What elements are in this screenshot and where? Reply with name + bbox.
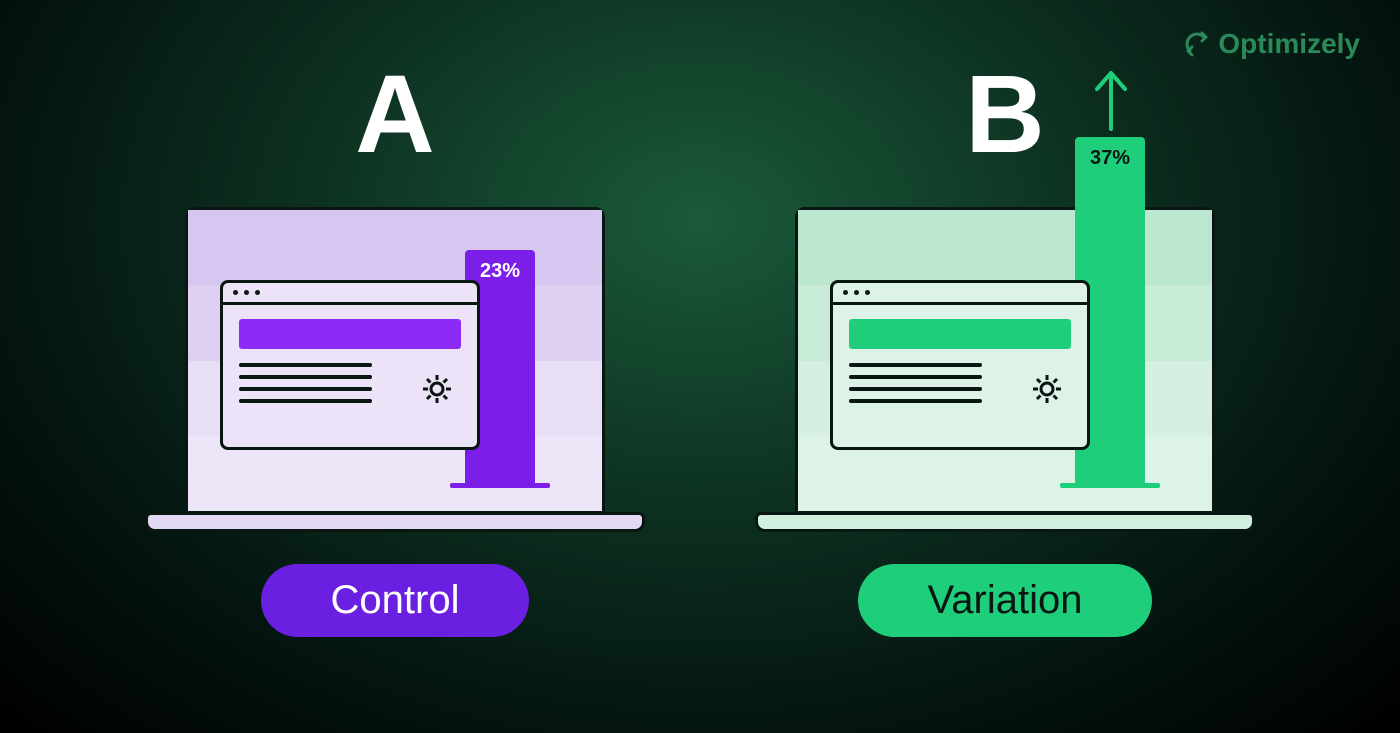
stage-b: 37%	[755, 182, 1255, 532]
panel-control: A 23%	[145, 60, 645, 637]
arrow-up-icon	[1089, 67, 1133, 131]
brand-name: Optimizely	[1218, 28, 1360, 60]
browser-mock-a	[220, 280, 480, 450]
metric-bar-foot-b	[1060, 483, 1160, 488]
label-control: Control	[261, 564, 530, 637]
panel-variation: B 37%	[755, 60, 1255, 637]
browser-chrome-b	[833, 283, 1087, 305]
hero-bar-b	[849, 319, 1071, 349]
brand-logo: Optimizely	[1182, 28, 1360, 60]
comparison-panels: A 23%	[0, 0, 1400, 637]
percent-b: 37%	[1090, 147, 1130, 488]
optimizely-icon	[1182, 29, 1212, 59]
browser-chrome-a	[223, 283, 477, 305]
label-variation: Variation	[858, 564, 1153, 637]
gear-icon	[1027, 369, 1067, 409]
laptop-base-b	[755, 512, 1255, 532]
letter-b: B	[965, 60, 1044, 170]
percent-a: 23%	[480, 260, 520, 488]
hero-bar-a	[239, 319, 461, 349]
gear-icon	[417, 369, 457, 409]
letter-a: A	[355, 60, 434, 170]
stage-a: 23%	[145, 182, 645, 532]
metric-bar-foot-a	[450, 483, 550, 488]
browser-mock-b	[830, 280, 1090, 450]
laptop-base-a	[145, 512, 645, 532]
